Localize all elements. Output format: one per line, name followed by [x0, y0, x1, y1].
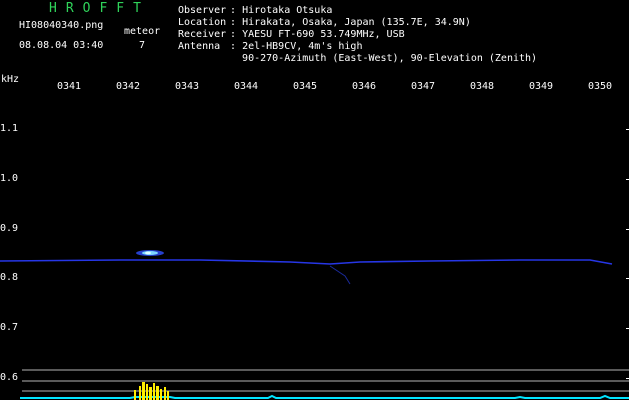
info-row-location: Location: Hirakata, Osaka, Japan (135.7E…	[178, 17, 471, 29]
meteor-count: 7	[139, 40, 146, 51]
time-tick: 0346	[352, 81, 377, 92]
info-key: Antenna	[178, 41, 221, 52]
info-row-observer: Observer: Hirotaka Otsuka	[178, 5, 332, 17]
time-tick: 0349	[529, 81, 554, 92]
info-row-receiver: Receiver: YAESU FT-690 53.749MHz, USB	[178, 29, 405, 41]
time-tick: 0345	[293, 81, 318, 92]
meteor-echo	[136, 250, 164, 256]
info-value: 90-270-Azimuth (East-West), 90-Elevation…	[242, 53, 538, 64]
carrier-trace	[0, 259, 613, 265]
faint-trace	[329, 265, 351, 285]
info-sep: :	[230, 5, 237, 16]
info-key: Location	[178, 17, 227, 28]
level-guide-lines	[22, 369, 629, 392]
time-tick: 0347	[411, 81, 436, 92]
time-tick: 0343	[175, 81, 200, 92]
timestamp: 08.08.04 03:40	[19, 40, 104, 51]
info-value: YAESU FT-690 53.749MHz, USB	[242, 29, 405, 40]
info-row-antenna-pattern: 90-270-Azimuth (East-West), 90-Elevation…	[178, 53, 537, 65]
time-tick: 0348	[470, 81, 495, 92]
signal-level-trace	[20, 394, 629, 399]
app-title: HROFFT	[49, 1, 150, 16]
time-tick: 0350	[588, 81, 613, 92]
info-key: Observer	[178, 5, 227, 16]
y-axis-unit: kHz	[1, 74, 20, 85]
file-name: HI08040340.png	[19, 20, 104, 31]
info-sep: :	[230, 29, 237, 40]
info-key: Receiver	[178, 29, 227, 40]
info-sep: :	[230, 17, 237, 28]
info-row-antenna: Antenna: 2el-HB9CV, 4m's high	[178, 41, 362, 53]
spectrogram	[0, 129, 629, 400]
info-sep: :	[230, 41, 237, 52]
info-value: Hirakata, Osaka, Japan (135.7E, 34.9N)	[242, 17, 471, 28]
time-tick: 0341	[57, 81, 82, 92]
info-value: 2el-HB9CV, 4m's high	[242, 41, 363, 52]
meteor-label: meteor	[124, 26, 161, 37]
time-tick: 0342	[116, 81, 141, 92]
info-value: Hirotaka Otsuka	[242, 5, 333, 16]
time-tick: 0344	[234, 81, 259, 92]
